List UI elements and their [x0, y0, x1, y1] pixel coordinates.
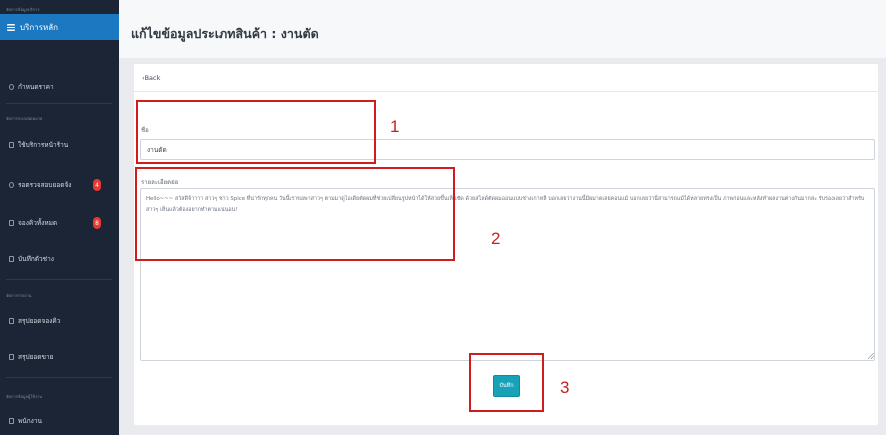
staff-icon	[9, 418, 14, 424]
sidebar-item-label: พนักงาน	[18, 417, 42, 425]
sidebar-divider	[6, 103, 112, 104]
user-icon	[9, 256, 14, 262]
queue-count-badge: 8	[93, 217, 101, 229]
sidebar-item-service-in-store[interactable]: ใช้บริการหน้าร้าน	[0, 134, 119, 156]
sidebar-item-barber-schedule[interactable]: บันทึกตัวช่าง	[0, 248, 119, 270]
sidebar-caption-users: จัดการข้อมูลผู้ใช้งาน	[6, 394, 42, 399]
calendar-icon	[9, 220, 14, 226]
sidebar-item-pricing[interactable]: กำหนดราคา	[0, 76, 119, 98]
sidebar-item-label: กำหนดราคา	[18, 83, 54, 91]
sidebar-item-booking-summary[interactable]: สรุปยอดจองคิว	[0, 310, 119, 332]
sidebar-item-pending-payment[interactable]: รอตรวจสอบยอดจ้ง 4	[0, 174, 119, 196]
annotation-box-description	[135, 167, 455, 261]
sidebar-caption-booking: จัดการระบบนัดหมาย	[6, 116, 43, 121]
annotation-number-1: 1	[390, 117, 400, 136]
sidebar-caption-services: จัดการข้อมูลบริการ	[6, 7, 40, 12]
report-icon	[9, 354, 14, 360]
sidebar-caption-reports: จัดการรายงาน	[6, 293, 32, 298]
sidebar-divider	[6, 279, 112, 280]
page-title: แก้ไขข้อมูลประเภทสินค้า : งานตัด	[131, 26, 319, 41]
sidebar: จัดการข้อมูลบริการ บริการหลัก กำหนดราคา …	[0, 0, 119, 435]
money-icon	[9, 182, 14, 188]
resize-handle-icon[interactable]	[868, 353, 874, 359]
annotation-number-2: 2	[491, 229, 501, 248]
sidebar-item-staff[interactable]: พนักงาน	[0, 410, 119, 432]
sidebar-item-label: จองคิวทั้งหมด	[18, 219, 58, 227]
pending-count-badge: 4	[93, 179, 101, 191]
document-icon	[9, 142, 14, 148]
annotation-box-save	[469, 353, 544, 412]
sidebar-item-queue-booking[interactable]: จองคิวทั้งหมด 8	[0, 212, 119, 234]
sidebar-divider	[6, 377, 112, 378]
sidebar-item-label: สรุปยอดขาย	[18, 353, 54, 361]
back-link[interactable]: ‹Back	[142, 74, 160, 82]
sidebar-item-income-summary[interactable]: สรุปยอดขาย	[0, 346, 119, 368]
sidebar-item-label: บันทึกตัวช่าง	[18, 255, 54, 263]
sidebar-item-label: บริการหลัก	[20, 22, 59, 32]
page-header: แก้ไขข้อมูลประเภทสินค้า : งานตัด	[119, 0, 886, 58]
sidebar-item-label: รอตรวจสอบยอดจ้ง	[18, 181, 72, 189]
annotation-number-3: 3	[560, 378, 570, 397]
card-header: ‹Back	[134, 64, 878, 92]
report-icon	[9, 318, 14, 324]
price-icon	[9, 84, 14, 90]
sidebar-item-label: สรุปยอดจองคิว	[18, 317, 61, 325]
sidebar-item-label: ใช้บริการหน้าร้าน	[18, 141, 69, 149]
annotation-box-name	[136, 100, 376, 164]
menu-icon	[7, 23, 15, 31]
sidebar-item-main-service[interactable]: บริการหลัก	[0, 14, 119, 40]
